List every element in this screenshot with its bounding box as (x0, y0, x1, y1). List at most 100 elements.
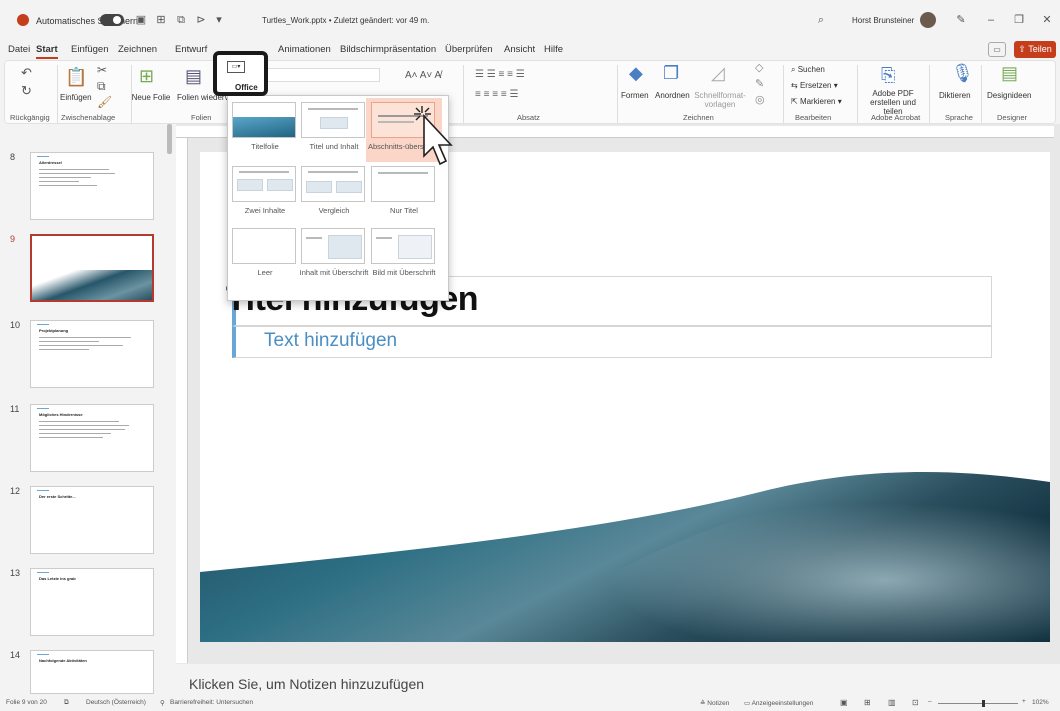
share-button[interactable]: ⇧ Teilen (1014, 41, 1056, 58)
avatar[interactable] (920, 12, 936, 28)
slide-thumbnail-active[interactable] (30, 234, 154, 302)
pen-icon[interactable]: ✎ (954, 13, 968, 27)
layout-label: Vergleich (318, 206, 350, 215)
tab-datei[interactable]: Datei (8, 44, 30, 55)
replace-button[interactable]: ⇆ Ersetzen ▾ (791, 81, 838, 90)
paste-icon[interactable]: 📋 (65, 67, 87, 88)
layout-option-titelfolie[interactable] (232, 102, 296, 138)
language-group-label: Sprache (945, 113, 973, 122)
designer-label[interactable]: Designideen (987, 91, 1031, 100)
layout-option-nur-titel[interactable] (371, 166, 435, 202)
zoom-slider-handle[interactable] (982, 700, 985, 707)
outline-icon[interactable]: ✎ (755, 77, 764, 90)
close-icon[interactable]: ✕ (1040, 13, 1054, 27)
cut-icon[interactable]: ✂ (97, 63, 107, 77)
zoom-out-icon[interactable]: – (928, 698, 932, 705)
align-icon[interactable]: ≡ ≡ ≡ ≡ ☰ (475, 89, 518, 100)
new-slide-icon[interactable]: ⊞ (139, 66, 154, 87)
tab-ueberpruefen[interactable]: Überprüfen (445, 44, 493, 55)
reading-view-icon[interactable]: ▥ (888, 698, 896, 707)
slide-subtitle[interactable]: Text hinzufügen (264, 330, 397, 352)
accessibility-label[interactable]: Barrierefreiheit: Untersuchen (170, 699, 253, 706)
notes-toggle[interactable]: ≙ Notizen (700, 699, 729, 707)
fill-icon[interactable]: ◇ (755, 61, 763, 74)
autosave-toggle[interactable] (100, 14, 124, 26)
spellcheck-icon[interactable]: ⧉ (64, 699, 69, 707)
tab-animationen[interactable]: Animationen (278, 44, 331, 55)
shapes-icon[interactable]: ◆ (629, 63, 643, 84)
layout-option-titel-und-inhalt[interactable] (301, 102, 365, 138)
layout-label: Inhalt mit Überschrift (299, 268, 369, 277)
customize-chevron-icon[interactable]: ▾ (212, 13, 226, 27)
layout-option-leer[interactable] (232, 228, 296, 264)
select-button[interactable]: ⇱ Markieren ▾ (791, 97, 842, 106)
save-icon[interactable]: ▣ (134, 13, 148, 27)
language-label[interactable]: Deutsch (Österreich) (86, 699, 146, 706)
slide-thumb-title: Allerdresse! (39, 160, 63, 165)
tab-entwurf[interactable]: Entwurf (175, 44, 207, 55)
quick-styles-label[interactable]: Schnellformat-vorlagen (691, 91, 749, 109)
editing-group-label: Bearbeiten (795, 113, 832, 122)
dictate-label[interactable]: Diktieren (939, 91, 971, 100)
layout-caption: Office (235, 83, 258, 92)
arrange-icon[interactable]: ❐ (663, 63, 679, 84)
arrange-label[interactable]: Anordnen (655, 91, 690, 100)
slide-thumbnail[interactable]: Projektplanung (30, 320, 154, 388)
tab-ansicht[interactable]: Ansicht (504, 44, 535, 55)
document-title[interactable]: Turtles_Work.pptx • Zuletzt geändert: vo… (262, 16, 429, 25)
slide-thumbnail[interactable]: Mögliches Hindernisse (30, 404, 154, 472)
adobe-pdf-icon[interactable]: ⎘ (881, 65, 895, 86)
layout-option-inhalt-mit-ueberschrift[interactable] (301, 228, 365, 264)
designer-icon[interactable]: ▤ (1001, 63, 1018, 84)
reuse-slides-icon[interactable]: ▤ (185, 66, 202, 87)
zoom-slider[interactable] (938, 703, 1018, 704)
find-button[interactable]: ⌕ Suchen (791, 65, 825, 75)
effects-icon[interactable]: ◎ (755, 93, 765, 106)
zoom-in-icon[interactable]: + (1022, 698, 1026, 705)
comments-button[interactable]: ▭ (988, 42, 1006, 57)
slide-thumbnail[interactable]: Allerdresse! (30, 152, 154, 220)
tab-hilfe[interactable]: Hilfe (544, 44, 563, 55)
slide-thumbnail[interactable]: Das Letzte ins grab (30, 568, 154, 636)
tab-bildschirmpraesentation[interactable]: Bildschirmpräsentation (340, 44, 436, 55)
paste-label[interactable]: Einfügen (60, 93, 92, 102)
slide-sorter-icon[interactable]: ⊞ (864, 698, 871, 707)
copy-icon[interactable]: ⧉ (174, 13, 188, 27)
undo-icon[interactable]: ↶ (21, 65, 32, 81)
display-settings-button[interactable]: ▭ Anzeigeeinstellungen (744, 699, 813, 707)
bullets-icon[interactable]: ☰ ☰ ≡ ≡ ☰ (475, 69, 525, 80)
present-icon[interactable]: ⊞ (154, 13, 168, 27)
shapes-label[interactable]: Formen (621, 91, 649, 100)
tab-start[interactable]: Start (36, 44, 58, 59)
format-painter-icon[interactable]: 🖌 (97, 95, 112, 109)
accessibility-icon[interactable]: ⚲ (160, 699, 165, 707)
layout-label: Nur Titel (390, 206, 418, 215)
restore-icon[interactable]: ❐ (1012, 13, 1026, 27)
slide-thumbnail[interactable]: Nachfolgende Aktivitäten (30, 650, 154, 694)
layout-option-vergleich[interactable] (301, 166, 365, 202)
search-icon[interactable]: ⌕ (814, 13, 828, 27)
tab-einfuegen[interactable]: Einfügen (71, 44, 109, 55)
normal-view-icon[interactable]: ▣ (840, 698, 848, 707)
microphone-icon[interactable]: 🎙 (951, 63, 974, 84)
adobe-pdf-label[interactable]: Adobe PDF erstellen und teilen (863, 89, 923, 116)
slide-thumbnail[interactable]: Der erste Schritte... (30, 486, 154, 554)
zoom-level[interactable]: 102% (1032, 699, 1049, 706)
thumbnail-scrollbar[interactable] (167, 124, 172, 154)
tab-zeichnen[interactable]: Zeichnen (118, 44, 157, 55)
copy-format-icon[interactable]: ⧉ (97, 79, 106, 94)
minimize-icon[interactable]: – (984, 13, 998, 27)
quick-styles-icon[interactable]: ◿ (711, 63, 725, 84)
layout-button[interactable]: ▭▾ Office (213, 51, 268, 96)
folder-icon[interactable]: ⊳ (194, 13, 208, 27)
font-name-box[interactable] (255, 68, 380, 82)
user-name[interactable]: Horst Brunsteiner (852, 16, 914, 25)
grow-font-icon[interactable]: A˄ A˅ A̸ (405, 70, 441, 81)
layout-option-bild-mit-ueberschrift[interactable] (371, 228, 435, 264)
notes-placeholder[interactable]: Klicken Sie, um Notizen hinzuzufügen (189, 676, 424, 692)
drawing-group-label: Zeichnen (683, 113, 714, 122)
layout-option-zwei-inhalte[interactable] (232, 166, 296, 202)
new-slide-label[interactable]: Neue Folie (131, 93, 171, 102)
slideshow-icon[interactable]: ⊡ (912, 698, 919, 707)
redo-icon[interactable]: ↻ (21, 83, 32, 99)
